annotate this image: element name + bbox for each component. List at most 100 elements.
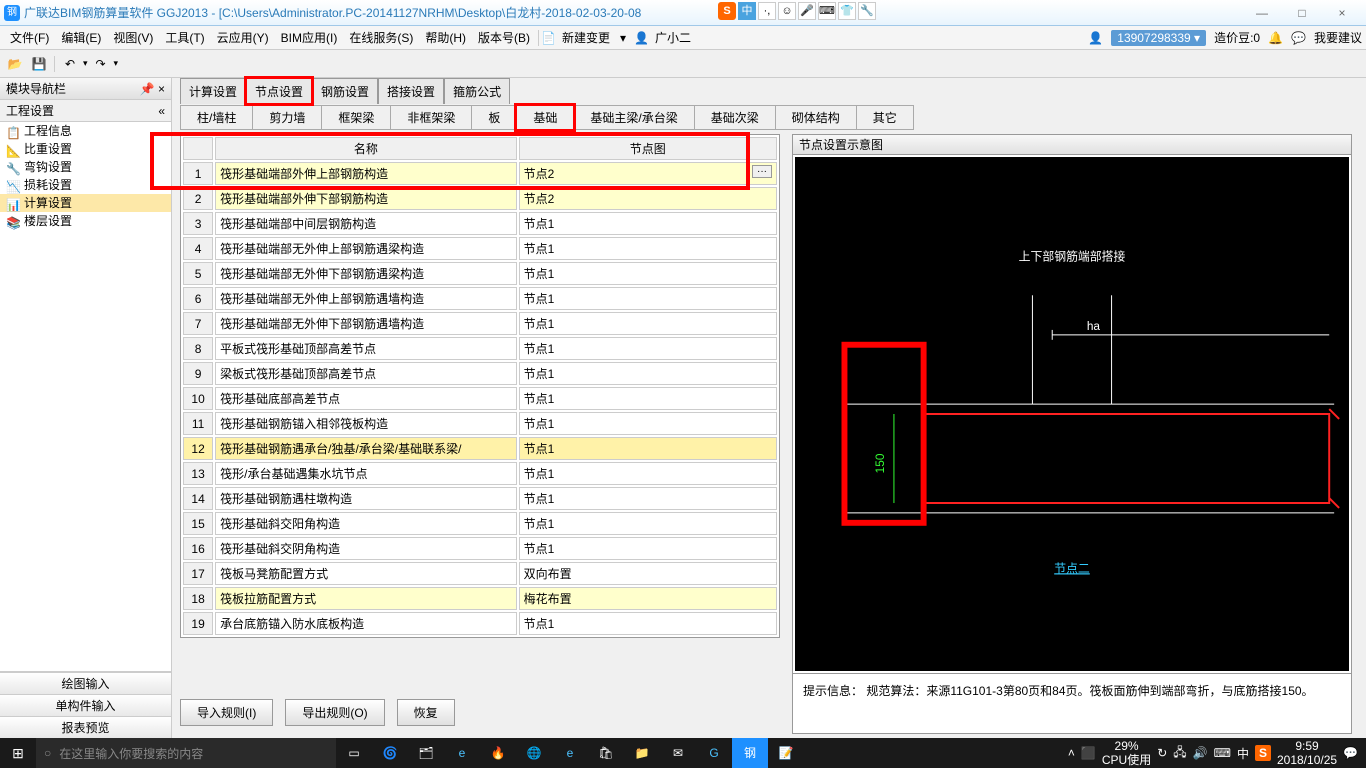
category-tab[interactable]: 板 [471, 105, 517, 130]
restore-button[interactable]: 恢复 [397, 699, 455, 726]
table-row[interactable]: 9梁板式筏形基础顶部高差节点节点1 [183, 362, 777, 385]
tray-app-icon[interactable]: ⬛ [1081, 746, 1096, 760]
settings-tab[interactable]: 钢筋设置 [312, 78, 378, 104]
menu-help[interactable]: 帮助(H) [419, 29, 472, 46]
menu-file[interactable]: 文件(F) [4, 29, 55, 46]
menu-cloud[interactable]: 云应用(Y) [211, 29, 275, 46]
clock[interactable]: 9:592018/10/25 [1277, 739, 1337, 768]
menu-bim[interactable]: BIM应用(I) [275, 29, 344, 46]
category-tab[interactable]: 基础主梁/承台梁 [573, 105, 694, 130]
category-tab[interactable]: 基础次梁 [694, 105, 776, 130]
menu-edit[interactable]: 编辑(E) [55, 29, 107, 46]
ime-tool-icon[interactable]: 🔧 [858, 2, 876, 20]
edge-icon[interactable]: e [444, 738, 480, 768]
ime-mic-icon[interactable]: 🎤 [798, 2, 816, 20]
app4-icon[interactable]: 🌐 [516, 738, 552, 768]
ime-sogou-icon[interactable]: S [718, 2, 736, 20]
export-rule-button[interactable]: 导出规则(O) [285, 699, 384, 726]
draw-input-button[interactable]: 绘图输入 [0, 672, 171, 694]
table-row[interactable]: 2筏形基础端部外伸下部钢筋构造节点2 [183, 187, 777, 210]
table-row[interactable]: 10筏形基础底部高差节点节点1 [183, 387, 777, 410]
mail-icon[interactable]: ✉ [660, 738, 696, 768]
app3-icon[interactable]: 🔥 [480, 738, 516, 768]
category-tab[interactable]: 其它 [856, 105, 914, 130]
table-row[interactable]: 15筏形基础斜交阳角构造节点1 [183, 512, 777, 535]
settings-tab[interactable]: 节点设置 [246, 78, 312, 104]
tray-up-icon[interactable]: ˄ [1068, 746, 1075, 760]
table-row[interactable]: 8平板式筏形基础顶部高差节点节点1 [183, 337, 777, 360]
ie-icon[interactable]: e [552, 738, 588, 768]
start-button[interactable]: ⊞ [0, 738, 36, 768]
ellipsis-button[interactable]: ··· [752, 165, 772, 178]
table-row[interactable]: 18筏板拉筋配置方式梅花布置 [183, 587, 777, 610]
table-row[interactable]: 16筏形基础斜交阴角构造节点1 [183, 537, 777, 560]
ime-skin-icon[interactable]: 👕 [838, 2, 856, 20]
notification-icon[interactable]: 💬 [1343, 746, 1358, 760]
single-input-button[interactable]: 单构件输入 [0, 694, 171, 716]
nav-item[interactable]: 📊计算设置 [0, 194, 171, 212]
table-row[interactable]: 11筏形基础钢筋锚入相邻筏板构造节点1 [183, 412, 777, 435]
collapse-icon[interactable]: « [158, 100, 165, 121]
table-row[interactable]: 12筏形基础钢筋遇承台/独基/承台梁/基础联系梁/节点1 [183, 437, 777, 460]
ime-zhong-icon[interactable]: 中 [738, 2, 756, 20]
table-row[interactable]: 14筏形基础钢筋遇柱墩构造节点1 [183, 487, 777, 510]
close-button[interactable]: × [1322, 3, 1362, 23]
panel-pin-icon[interactable]: 📌 × [140, 78, 165, 100]
menu-online[interactable]: 在线服务(S) [343, 29, 419, 46]
category-tab[interactable]: 柱/墙柱 [180, 105, 253, 130]
settings-tab[interactable]: 计算设置 [180, 78, 246, 104]
category-tab[interactable]: 框架梁 [321, 105, 391, 130]
tray-vol-icon[interactable]: 🔊 [1193, 746, 1208, 760]
report-preview-button[interactable]: 报表预览 [0, 716, 171, 738]
tray-sogou-icon[interactable]: S [1255, 745, 1271, 761]
suggest-link[interactable]: 我要建议 [1314, 29, 1362, 46]
user-label[interactable]: 广小二 [649, 29, 697, 46]
ggj-icon[interactable]: 钢 [732, 738, 768, 768]
settings-tab[interactable]: 搭接设置 [378, 78, 444, 104]
table-row[interactable]: 5筏形基础端部无外伸下部钢筋遇梁构造节点1 [183, 262, 777, 285]
ime-keyboard-icon[interactable]: ⌨ [818, 2, 836, 20]
new-change-button[interactable]: 新建变更 [556, 29, 616, 46]
nav-item[interactable]: 📉损耗设置 [0, 176, 171, 194]
minimize-button[interactable]: — [1242, 3, 1282, 23]
undo-icon[interactable]: ↶ [59, 53, 81, 75]
table-row[interactable]: 17筏板马凳筋配置方式双向布置 [183, 562, 777, 585]
app1-icon[interactable]: 🌀 [372, 738, 408, 768]
task-view-icon[interactable]: ▭ [336, 738, 372, 768]
table-row[interactable]: 4筏形基础端部无外伸上部钢筋遇梁构造节点1 [183, 237, 777, 260]
menu-tools[interactable]: 工具(T) [159, 29, 210, 46]
bell-icon[interactable]: 🔔 [1268, 31, 1283, 45]
tray-ime-icon[interactable]: 中 [1237, 745, 1249, 762]
nav-item[interactable]: 📚楼层设置 [0, 212, 171, 230]
nav-item[interactable]: 📋工程信息 [0, 122, 171, 140]
table-row[interactable]: 19承台底筋锚入防水底板构造节点1 [183, 612, 777, 635]
app2-icon[interactable]: 🗂 [408, 738, 444, 768]
ime-emoji-icon[interactable]: ☺ [778, 2, 796, 20]
table-row[interactable]: 1筏形基础端部外伸上部钢筋构造节点2··· [183, 162, 777, 185]
category-tab[interactable]: 基础 [516, 105, 574, 130]
category-tab[interactable]: 剪力墙 [252, 105, 322, 130]
tray-sync-icon[interactable]: ↻ [1157, 746, 1167, 760]
category-tab[interactable]: 砌体结构 [775, 105, 857, 130]
phone-badge[interactable]: 13907298339 ▾ [1111, 30, 1206, 46]
table-row[interactable]: 7筏形基础端部无外伸下部钢筋遇墙构造节点1 [183, 312, 777, 335]
ime-punct-icon[interactable]: ·, [758, 2, 776, 20]
import-rule-button[interactable]: 导入规则(I) [180, 699, 273, 726]
tray-key-icon[interactable]: ⌨ [1214, 746, 1231, 760]
redo-icon[interactable]: ↷ [90, 53, 112, 75]
app6-icon[interactable]: 📝 [768, 738, 804, 768]
menu-version[interactable]: 版本号(B) [472, 29, 536, 46]
explorer-icon[interactable]: 📁 [624, 738, 660, 768]
category-tab[interactable]: 非框架梁 [390, 105, 472, 130]
save-icon[interactable]: 💾 [28, 53, 50, 75]
table-row[interactable]: 6筏形基础端部无外伸上部钢筋遇墙构造节点1 [183, 287, 777, 310]
app5-icon[interactable]: G [696, 738, 732, 768]
maximize-button[interactable]: □ [1282, 3, 1322, 23]
store-icon[interactable]: 🛍 [588, 738, 624, 768]
open-icon[interactable]: 📂 [4, 53, 26, 75]
nav-item[interactable]: 🔧弯钩设置 [0, 158, 171, 176]
settings-tab[interactable]: 箍筋公式 [444, 78, 510, 104]
taskbar-search[interactable]: ○ 在这里输入你要搜索的内容 [36, 738, 336, 768]
table-row[interactable]: 3筏形基础端部中间层钢筋构造节点1 [183, 212, 777, 235]
table-row[interactable]: 13筏形/承台基础遇集水坑节点节点1 [183, 462, 777, 485]
